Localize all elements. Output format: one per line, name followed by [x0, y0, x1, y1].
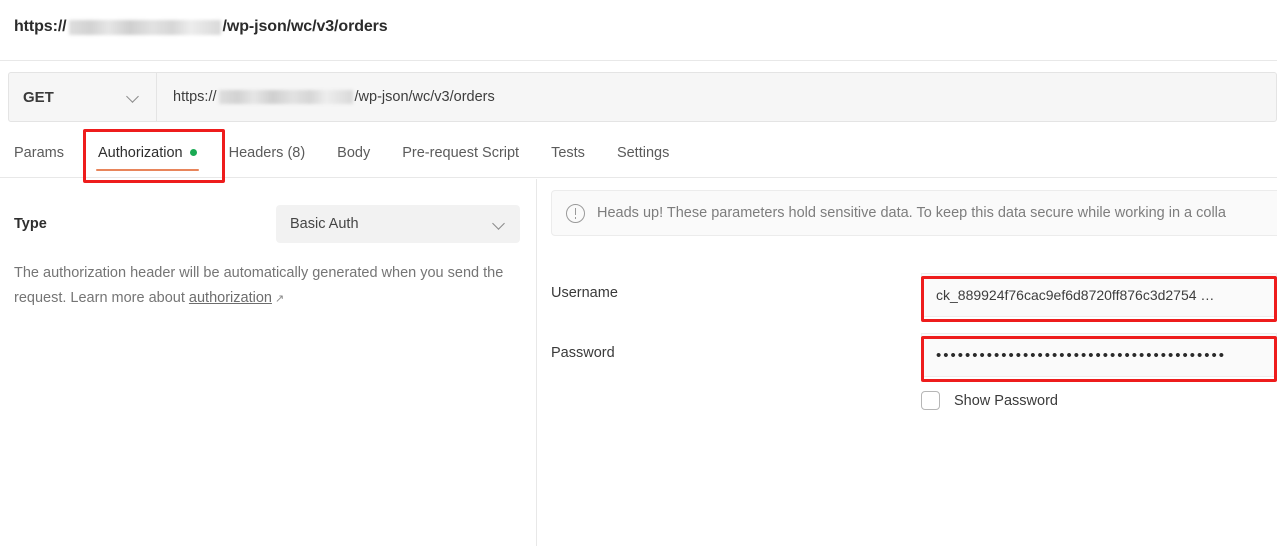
- show-password-toggle[interactable]: Show Password: [921, 391, 1058, 410]
- auth-type-value: Basic Auth: [290, 216, 359, 232]
- auth-type-select[interactable]: Basic Auth: [276, 205, 520, 243]
- active-tab-underline: [95, 169, 199, 171]
- external-link-icon: ↗: [274, 293, 285, 305]
- url-bar: GET https:// /wp-json/wc/v3/orders: [8, 72, 1277, 122]
- tab-settings[interactable]: Settings: [601, 128, 685, 177]
- redacted-domain-url: [218, 90, 353, 104]
- auth-credentials-pane: Heads up! These parameters hold sensitiv…: [537, 179, 1277, 546]
- password-row: Password •••••••••••••••••••••••••••••••…: [551, 333, 1277, 377]
- sensitive-data-notice: Heads up! These parameters hold sensitiv…: [551, 190, 1277, 236]
- request-title-prefix: https://: [14, 18, 67, 35]
- tab-headers[interactable]: Headers (8): [213, 128, 322, 177]
- password-input[interactable]: ••••••••••••••••••••••••••••••••••••••••: [921, 333, 1277, 377]
- url-input[interactable]: https:// /wp-json/wc/v3/orders: [157, 73, 1276, 121]
- request-title: https:// /wp-json/wc/v3/orders: [14, 18, 388, 36]
- sensitive-data-notice-text: Heads up! These parameters hold sensitiv…: [597, 205, 1226, 221]
- tab-pre-request-script-label: Pre-request Script: [402, 144, 520, 161]
- redacted-domain-title: [68, 19, 221, 35]
- url-prefix: https://: [173, 89, 217, 105]
- tab-body[interactable]: Body: [321, 128, 386, 177]
- tab-settings-label: Settings: [616, 144, 670, 161]
- tab-headers-label: Headers (8): [228, 144, 306, 161]
- tab-pre-request-script[interactable]: Pre-request Script: [386, 128, 535, 177]
- tab-authorization[interactable]: Authorization: [82, 128, 213, 177]
- tab-params-label: Params: [14, 144, 64, 161]
- request-title-bar: https:// /wp-json/wc/v3/orders: [0, 0, 1277, 61]
- authorization-link[interactable]: authorization: [189, 290, 272, 306]
- auth-help-line1: The authorization header will be automat…: [14, 265, 444, 281]
- auth-type-row: Type Basic Auth: [14, 205, 520, 243]
- show-password-label: Show Password: [954, 392, 1058, 409]
- username-row: Username ck_889924f76cac9ef6d8720ff876c3…: [551, 273, 1277, 317]
- request-tabs: Params Authorization Headers (8) Body Pr…: [0, 128, 1277, 178]
- tab-tests[interactable]: Tests: [535, 128, 601, 177]
- auth-config-pane: Type Basic Auth The authorization header…: [0, 179, 536, 546]
- tab-body-label: Body: [337, 144, 371, 161]
- tab-authorization-label: Authorization: [97, 144, 183, 161]
- username-label: Username: [551, 285, 618, 301]
- http-method-select[interactable]: GET: [9, 73, 157, 121]
- chevron-down-icon: [493, 218, 506, 231]
- auth-type-label: Type: [14, 216, 47, 232]
- chevron-down-icon: [127, 91, 140, 104]
- http-method-label: GET: [23, 88, 54, 106]
- password-label: Password: [551, 345, 615, 361]
- tab-tests-label: Tests: [551, 144, 585, 161]
- username-input[interactable]: ck_889924f76cac9ef6d8720ff876c3d2754 …: [921, 273, 1277, 317]
- show-password-checkbox[interactable]: [921, 391, 940, 410]
- tab-params[interactable]: Params: [14, 128, 82, 177]
- password-masked-value: ••••••••••••••••••••••••••••••••••••••••: [936, 346, 1227, 364]
- auth-help-text: The authorization header will be automat…: [14, 261, 504, 312]
- status-dot-icon: [189, 149, 197, 156]
- request-title-suffix: /wp-json/wc/v3/orders: [222, 18, 388, 35]
- alert-circle-icon: [566, 203, 585, 223]
- url-suffix: /wp-json/wc/v3/orders: [354, 89, 495, 105]
- postman-request-pane: https:// /wp-json/wc/v3/orders GET https…: [0, 0, 1277, 546]
